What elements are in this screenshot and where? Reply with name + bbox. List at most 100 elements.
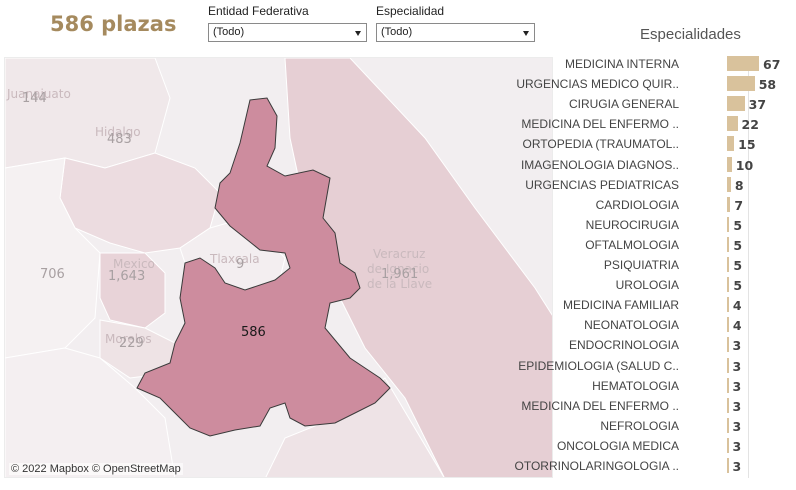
- especialidad-row[interactable]: URGENCIAS PEDIATRICAS 8: [525, 175, 792, 195]
- especialidad-row[interactable]: HEMATOLOGIA 3: [556, 376, 792, 396]
- especialidad-value: 8: [734, 177, 744, 193]
- entidad-select[interactable]: (Todo): [208, 23, 367, 42]
- especialidad-row[interactable]: ONCOLOGIA MEDICA 3: [556, 436, 792, 456]
- filter-entidad-federativa[interactable]: Entidad Federativa (Todo): [208, 4, 367, 42]
- especialidad-bar[interactable]: [727, 96, 745, 112]
- especialidad-bar[interactable]: [727, 156, 732, 172]
- especialidad-row[interactable]: CARDIOLOGIA 7: [556, 195, 792, 215]
- especialidad-label: URGENCIAS PEDIATRICAS: [525, 177, 679, 192]
- especialidad-row[interactable]: UROLOGIA 5: [556, 275, 792, 295]
- place-name-tlaxcala: Tlaxcala: [209, 252, 260, 266]
- region-value: 483: [107, 132, 132, 147]
- especialidad-value: 7: [734, 197, 744, 213]
- especialidad-row[interactable]: PSIQUIATRIA 5: [556, 255, 792, 275]
- especialidad-label: HEMATOLOGIA: [592, 378, 679, 393]
- especialidad-bar[interactable]: [727, 458, 729, 473]
- especialidad-value: 58: [758, 77, 777, 93]
- especialidad-row[interactable]: MEDICINA DEL ENFERMO .. 3: [521, 396, 792, 416]
- region-value: 9: [236, 257, 244, 272]
- place-name-veracruz: Veracruz: [373, 247, 425, 261]
- map-attribution[interactable]: © 2022 Mapbox © OpenStreetMap: [9, 463, 183, 475]
- map-canvas[interactable]: Juanajuato Hidalgo Tlaxcala Mexico Morel…: [5, 58, 553, 478]
- especialidad-value: 5: [733, 258, 743, 273]
- especialidad-row[interactable]: NEFROLOGIA 3: [556, 416, 792, 436]
- especialidad-bar[interactable]: [727, 397, 729, 413]
- especialidad-row[interactable]: CIRUGIA GENERAL 37: [556, 94, 792, 114]
- filter-especialidad-label: Especialidad: [376, 4, 445, 18]
- especialidad-bar[interactable]: [727, 377, 729, 393]
- especialidad-row[interactable]: URGENCIAS MEDICO QUIR.. 58: [516, 74, 792, 94]
- especialidad-label: NEUROCIRUGIA: [585, 217, 679, 232]
- especialidad-row[interactable]: MEDICINA DEL ENFERMO .. 22: [521, 114, 792, 134]
- especialidad-row[interactable]: ORTOPEDIA (TRAUMATOL.. 15: [523, 134, 792, 154]
- especialidad-bar[interactable]: [727, 196, 731, 212]
- especialidad-value: 3: [732, 459, 742, 474]
- especialidad-label: NEONATOLOGIA: [584, 318, 679, 333]
- especialidad-bar[interactable]: [727, 56, 759, 71]
- filter-especialidad[interactable]: Especialidad (Todo): [376, 4, 535, 42]
- page-title: 586 plazas: [50, 12, 177, 36]
- especialidad-label: OTORRINOLARINGOLOGIA ..: [514, 459, 679, 473]
- region-value: 706: [40, 267, 65, 282]
- especialidad-label: MEDICINA FAMILIAR: [562, 298, 679, 313]
- especialidad-label: IMAGENOLOGIA DIAGNOS..: [520, 157, 679, 172]
- especialidad-value: 5: [733, 237, 743, 253]
- especialidad-value: 5: [733, 217, 743, 233]
- especialidad-row[interactable]: OTORRINOLARINGOLOGIA .. 3: [515, 456, 792, 476]
- especialidad-bar[interactable]: [727, 116, 738, 132]
- especialidad-select[interactable]: (Todo): [376, 23, 535, 42]
- especialidad-value: 37: [748, 97, 767, 113]
- especialidad-label: NEFROLOGIA: [600, 418, 679, 433]
- region-value: 1,961: [381, 267, 418, 282]
- especialidad-bar[interactable]: [727, 136, 735, 152]
- especialidad-label: OFTALMOLOGIA: [585, 237, 679, 252]
- especialidad-row[interactable]: EPIDEMIOLOGIA (SALUD C.. 3: [518, 356, 792, 376]
- map-view[interactable]: Juanajuato Hidalgo Tlaxcala Mexico Morel…: [4, 57, 553, 478]
- especialidad-bar[interactable]: [727, 257, 730, 272]
- especialidad-row[interactable]: MEDICINA INTERNA 67: [556, 54, 792, 74]
- especialidad-value: 4: [732, 298, 742, 314]
- especialidad-value: 67: [763, 57, 781, 72]
- especialidad-bar[interactable]: [727, 216, 730, 232]
- especialidad-label: MEDICINA INTERNA: [564, 57, 679, 71]
- especialidad-label: ONCOLOGIA MEDICA: [556, 438, 679, 453]
- especialidad-value: 3: [732, 438, 742, 454]
- especialidad-value: 3: [732, 358, 742, 374]
- caret-down-icon[interactable]: [355, 31, 361, 36]
- especialidad-value: 3: [732, 378, 742, 394]
- region-guanajuato[interactable]: [5, 58, 171, 169]
- especialidad-bar[interactable]: [727, 317, 729, 333]
- especialidad-row[interactable]: MEDICINA FAMILIAR 4: [556, 295, 792, 315]
- especialidad-bar[interactable]: [727, 297, 729, 313]
- selected-region-value: 586: [241, 325, 266, 340]
- especialidad-row[interactable]: NEONATOLOGIA 4: [556, 315, 792, 335]
- especialidad-bar[interactable]: [727, 176, 731, 192]
- especialidad-row[interactable]: NEUROCIRUGIA 5: [556, 215, 792, 235]
- especialidades-title: Especialidades: [640, 26, 741, 43]
- caret-down-icon[interactable]: [523, 31, 529, 36]
- especialidad-row[interactable]: IMAGENOLOGIA DIAGNOS.. 10: [521, 155, 792, 175]
- especialidad-label: MEDICINA DEL ENFERMO ..: [521, 398, 679, 413]
- especialidad-bar[interactable]: [727, 337, 729, 353]
- especialidad-label: EPIDEMIOLOGIA (SALUD C..: [518, 358, 679, 373]
- especialidad-label: UROLOGIA: [615, 278, 679, 293]
- especialidad-value: 3: [732, 418, 742, 434]
- especialidad-bar[interactable]: [727, 357, 729, 373]
- especialidad-bar[interactable]: [727, 76, 755, 92]
- especialidad-bar[interactable]: [727, 437, 729, 453]
- especialidad-value: 10: [735, 157, 754, 173]
- region-value: 1,643: [108, 269, 145, 284]
- especialidad-label: ORTOPEDIA (TRAUMATOL..: [522, 137, 679, 152]
- especialidad-row[interactable]: ENDOCRINOLOGIA 3: [556, 335, 792, 355]
- especialidad-bar[interactable]: [727, 417, 729, 433]
- especialidad-row[interactable]: OFTALMOLOGIA 5: [556, 235, 792, 255]
- especialidad-value: 3: [732, 338, 742, 354]
- especialidad-value: 3: [732, 398, 742, 414]
- region-value: 229: [119, 336, 144, 351]
- especialidad-value: 15: [738, 137, 756, 153]
- especialidad-label: PSIQUIATRIA: [603, 258, 679, 272]
- especialidad-label: ENDOCRINOLOGIA: [568, 338, 679, 353]
- especialidad-bar[interactable]: [727, 277, 730, 293]
- especialidad-bar[interactable]: [727, 236, 730, 252]
- especialidad-label: MEDICINA DEL ENFERMO ..: [521, 117, 679, 132]
